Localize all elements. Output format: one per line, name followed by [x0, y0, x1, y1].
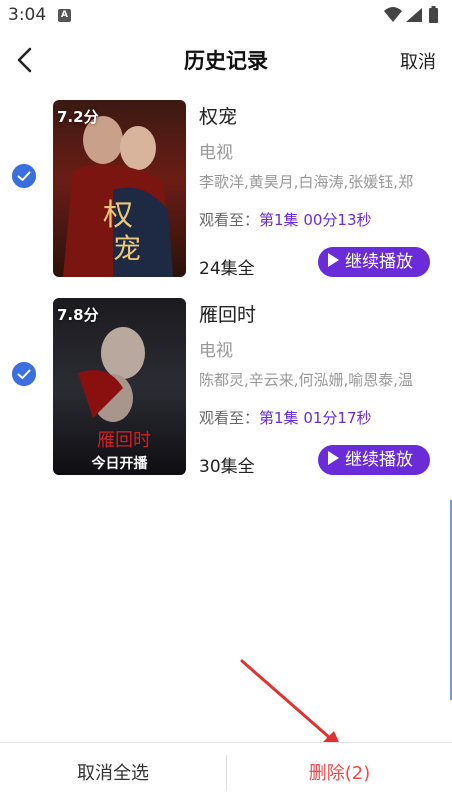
poster-image[interactable]: 权 宠 7.2分: [53, 100, 186, 277]
progress-value: 第1集 01分17秒: [259, 409, 372, 427]
svg-text:宠: 宠: [113, 232, 141, 265]
episode-count: 30集全: [199, 457, 255, 477]
history-list: 权 宠 7.2分 权宠 电视 李歌洋,黄昊月,白海涛,张媛钰,郑 观看至：第1集…: [0, 92, 452, 488]
list-item[interactable]: 雁回时 7.8分 今日开播 雁回时 电视 陈都灵,辛云来,何泓姗,喻恩泰,温 观…: [0, 290, 452, 488]
rating-badge: 7.2分: [57, 108, 99, 126]
annotation-arrow-icon: [240, 659, 342, 749]
notification-icon: A: [58, 9, 71, 22]
poster-caption: 今日开播: [91, 456, 148, 472]
checkbox-checked-icon[interactable]: [12, 362, 36, 386]
progress-value: 第1集 00分13秒: [259, 211, 372, 229]
cell-signal-icon: [406, 8, 422, 22]
continue-play-label: 继续播放: [345, 450, 413, 470]
rating-badge: 7.8分: [57, 306, 99, 324]
page-title: 历史记录: [184, 49, 268, 73]
continue-play-button[interactable]: 继续播放: [318, 247, 430, 277]
cast-list: 李歌洋,黄昊月,白海涛,张媛钰,郑: [199, 173, 414, 191]
progress-label: 观看至：: [199, 409, 260, 427]
genre-label: 电视: [199, 341, 233, 361]
delete-button[interactable]: 删除(2): [227, 743, 452, 803]
play-icon: [328, 451, 339, 465]
list-item[interactable]: 权 宠 7.2分 权宠 电视 李歌洋,黄昊月,白海涛,张媛钰,郑 观看至：第1集…: [0, 92, 452, 290]
episode-count: 24集全: [199, 259, 255, 279]
show-title[interactable]: 雁回时: [199, 300, 256, 327]
poster-image[interactable]: 雁回时 7.8分 今日开播: [53, 298, 186, 475]
progress-label: 观看至：: [199, 211, 260, 229]
signal-battery-icons: [384, 6, 438, 23]
deselect-all-button[interactable]: 取消全选: [0, 743, 226, 803]
checkbox-checked-icon[interactable]: [12, 164, 36, 188]
show-title[interactable]: 权宠: [199, 102, 237, 129]
genre-label: 电视: [199, 143, 233, 163]
header: 历史记录 取消: [0, 32, 452, 88]
bottom-action-bar: 取消全选 删除(2): [0, 742, 452, 803]
continue-play-label: 继续播放: [345, 252, 413, 272]
battery-icon: [429, 8, 438, 23]
status-time: 3:04: [8, 5, 47, 25]
play-icon: [328, 253, 339, 267]
svg-text:雁回时: 雁回时: [97, 430, 151, 451]
wifi-icon: [384, 7, 402, 22]
cancel-button[interactable]: 取消: [400, 48, 436, 74]
continue-play-button[interactable]: 继续播放: [318, 445, 430, 475]
cast-list: 陈都灵,辛云来,何泓姗,喻恩泰,温: [199, 371, 414, 389]
status-bar: 3:04 A: [0, 0, 452, 32]
poster-calligraphy: 权: [103, 198, 133, 233]
watch-progress: 观看至：第1集 01分17秒: [199, 407, 372, 428]
watch-progress: 观看至：第1集 00分13秒: [199, 209, 372, 230]
